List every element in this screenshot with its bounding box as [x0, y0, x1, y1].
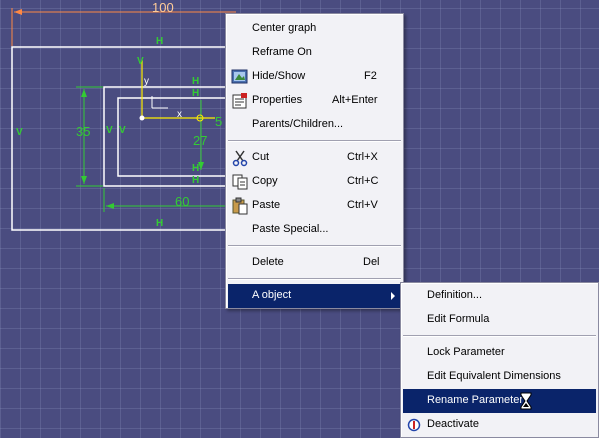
menu-item-paste[interactable]: Paste Ctrl+V [228, 194, 401, 218]
menu-item-label: Edit Formula [427, 313, 490, 325]
menu-item-label: Hide/Show [252, 70, 306, 82]
menu-item-label: Parents/Children... [252, 118, 344, 130]
middle-profile[interactable] [103, 86, 239, 187]
menu-item-label: A object [252, 289, 292, 301]
menu-item-definition[interactable]: Definition... [403, 284, 596, 308]
menu-item-deactivate[interactable]: Deactivate [403, 413, 596, 437]
dimension-60[interactable]: 60 [103, 188, 226, 212]
menu-item-label: Properties [252, 94, 303, 106]
menu-item-rename-parameter[interactable]: Rename Parameter [403, 389, 596, 413]
scissors-icon [231, 149, 249, 167]
dimension-5-label[interactable]: 5 [215, 114, 222, 129]
axis-y-label: y [144, 76, 149, 87]
copy-icon [231, 173, 249, 191]
constraint-h[interactable]: H [192, 163, 199, 174]
menu-item-label: Cut [252, 151, 270, 163]
dimension-35[interactable]: 35 [76, 86, 103, 187]
axis-x-label: x [177, 109, 182, 120]
menu-item-hide-show[interactable]: Hide/Show F2 [228, 65, 401, 89]
menu-item-edit-equivalent-dimensions[interactable]: Edit Equivalent Dimensions [403, 365, 596, 389]
hourglass-cursor-icon [520, 392, 532, 410]
properties-icon [231, 92, 249, 110]
constraint-h[interactable]: H [156, 36, 163, 47]
constraint-v[interactable]: V [119, 125, 126, 136]
constraint-h[interactable]: H [192, 175, 199, 186]
constraint-v[interactable]: V [137, 56, 144, 67]
constraint-h[interactable]: H [192, 88, 199, 99]
menu-item-label: Paste [252, 199, 281, 211]
menu-item-delete[interactable]: Delete Del [228, 251, 401, 275]
menu-item-label: Rename Parameter [427, 394, 523, 406]
menu-item-copy[interactable]: Copy Ctrl+C [228, 170, 401, 194]
constraint-v[interactable]: V [16, 127, 23, 138]
menu-item-label: Center graph [252, 22, 317, 34]
menu-item-label: Copy [252, 175, 278, 187]
menu-separator [403, 335, 596, 337]
menu-item-label: Deactivate [427, 418, 479, 430]
deactivate-icon [406, 416, 424, 434]
menu-item-label: Reframe On [252, 46, 312, 58]
menu-item-shortcut: Ctrl+C [347, 175, 379, 187]
menu-separator [228, 140, 401, 142]
constraint-v[interactable]: V [106, 125, 113, 136]
menu-item-shortcut: F2 [364, 70, 377, 82]
dimension-60-label: 60 [175, 194, 189, 209]
menu-item-label: Definition... [427, 289, 483, 301]
dimension-27[interactable]: 27 [193, 100, 207, 170]
menu-item-shortcut: Ctrl+V [347, 199, 378, 211]
dimension-100[interactable]: 100 [11, 0, 236, 46]
menu-separator [228, 278, 401, 280]
submenu-arrow-icon [391, 292, 395, 300]
menu-item-shortcut: Alt+Enter [332, 94, 378, 106]
menu-item-center-graph[interactable]: Center graph [228, 17, 401, 41]
menu-item-lock-parameter[interactable]: Lock Parameter [403, 341, 596, 365]
context-menu: Center graph Reframe On Hide/Show F2 Pro… [225, 13, 404, 309]
dimension-35-label: 35 [76, 124, 90, 139]
menu-item-a-object[interactable]: A object [228, 284, 401, 308]
dimension-27-label: 27 [193, 133, 207, 148]
menu-item-shortcut: Del [363, 256, 380, 268]
menu-item-label: Paste Special... [252, 223, 329, 235]
constraint-h[interactable]: H [192, 76, 199, 87]
sketch-axis[interactable]: y x [139, 60, 216, 122]
menu-item-shortcut: Ctrl+X [347, 151, 378, 163]
menu-item-reframe-on[interactable]: Reframe On [228, 41, 401, 65]
menu-item-properties[interactable]: Properties Alt+Enter [228, 89, 401, 113]
hide-show-icon [231, 68, 249, 86]
menu-item-label: Delete [252, 256, 284, 268]
paste-icon [231, 197, 249, 215]
menu-separator [228, 245, 401, 247]
constraint-h[interactable]: H [156, 218, 163, 229]
dimension-100-label: 100 [152, 0, 174, 15]
menu-item-cut[interactable]: Cut Ctrl+X [228, 146, 401, 170]
menu-item-label: Lock Parameter [427, 346, 505, 358]
menu-item-edit-formula[interactable]: Edit Formula [403, 308, 596, 332]
menu-item-label: Edit Equivalent Dimensions [427, 370, 561, 382]
menu-item-parents-children[interactable]: Parents/Children... [228, 113, 401, 137]
menu-item-paste-special[interactable]: Paste Special... [228, 218, 401, 242]
object-submenu: Definition... Edit Formula Lock Paramete… [400, 282, 599, 438]
